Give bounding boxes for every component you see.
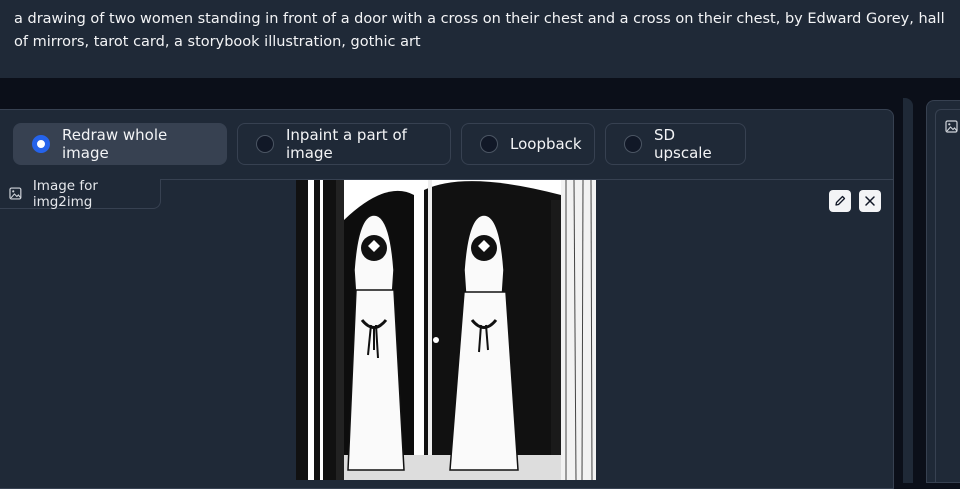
edit-icon[interactable]: [829, 190, 851, 212]
radio-label: Inpaint a part of image: [286, 126, 407, 162]
image-icon: [9, 187, 22, 200]
prompt-text[interactable]: a drawing of two women standing in front…: [14, 8, 959, 54]
image-icon: [945, 118, 958, 137]
gothic-illustration: [296, 180, 596, 480]
radio-label: Redraw whole image: [62, 126, 168, 162]
image-input-label: Image for img2img: [0, 177, 161, 210]
output-panel-inner: [935, 109, 960, 483]
input-image[interactable]: [296, 180, 596, 480]
radio-dot[interactable]: [256, 135, 274, 153]
radio-loopback[interactable]: Loopback: [461, 123, 595, 165]
radio-label: Loopback: [510, 135, 582, 153]
radio-sd-upscale[interactable]: SD upscale: [605, 123, 746, 165]
mode-radio-group: Redraw whole image Inpaint a part of ima…: [13, 123, 746, 165]
radio-redraw-whole-image[interactable]: Redraw whole image: [13, 123, 227, 165]
radio-inpaint-part[interactable]: Inpaint a part of image: [237, 123, 451, 165]
radio-dot[interactable]: [624, 135, 642, 153]
prompt-box[interactable]: a drawing of two women standing in front…: [0, 0, 960, 78]
scroll-strip: [903, 98, 913, 483]
image-input-label-text: Image for img2img: [32, 177, 98, 210]
radio-dot[interactable]: [32, 135, 50, 153]
radio-label: SD upscale: [654, 126, 712, 162]
radio-dot[interactable]: [480, 135, 498, 153]
close-icon[interactable]: [859, 190, 881, 212]
